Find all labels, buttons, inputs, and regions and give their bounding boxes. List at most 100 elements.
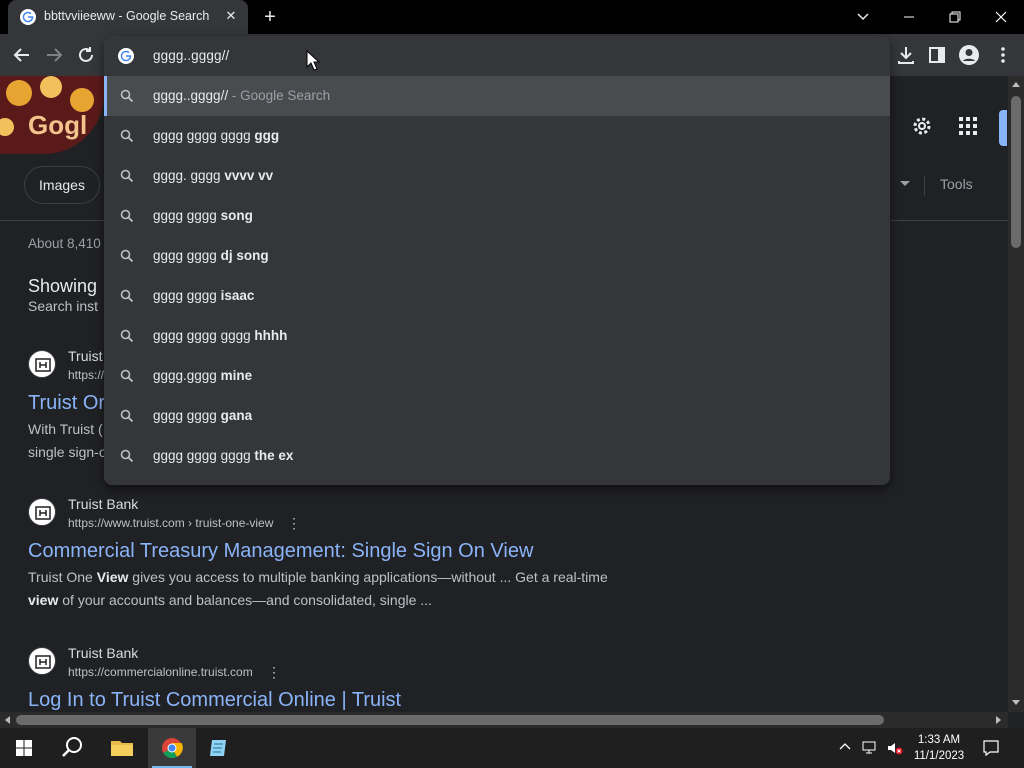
network-icon[interactable] (862, 740, 880, 761)
google-g-icon (20, 9, 36, 25)
show-hidden-icons-chevron-icon[interactable] (838, 740, 852, 759)
result-stats: About 8,410 (28, 236, 101, 251)
google-apps-grid-icon[interactable] (956, 114, 980, 138)
suggestion-query: gggg..gggg// (153, 88, 229, 103)
scroll-up-arrow-icon[interactable] (1012, 82, 1020, 87)
forward-arrow-icon[interactable] (43, 44, 65, 66)
search-icon (120, 449, 134, 463)
dropdown-caret-icon[interactable] (900, 181, 910, 186)
file-explorer-icon[interactable] (98, 728, 146, 768)
search-icon (120, 169, 134, 183)
result-more-options-icon[interactable]: ⋮ (267, 665, 281, 679)
back-arrow-icon[interactable] (11, 44, 33, 66)
new-tab-icon[interactable]: + (259, 6, 281, 28)
side-panel-icon[interactable] (926, 44, 948, 66)
search-instead-link[interactable]: Search inst (28, 298, 98, 314)
truist-favicon-icon (28, 647, 56, 675)
profile-avatar-icon[interactable] (958, 44, 980, 66)
chrome-taskbar-icon[interactable] (148, 728, 196, 768)
browser-menu-icon[interactable] (992, 44, 1014, 66)
address-bar[interactable]: gggg..gggg// (104, 36, 890, 76)
notifications-icon[interactable] (982, 739, 1000, 762)
volume-muted-icon[interactable] (886, 740, 904, 761)
minimize-icon[interactable] (886, 0, 932, 34)
omnibox-suggestion[interactable]: gggg gggg gggg the ex (104, 436, 890, 476)
windows-start-icon[interactable] (0, 728, 48, 768)
omnibox-suggestion[interactable]: gggg. gggg vvvv vv (104, 156, 890, 196)
suggestion-hint: - Google Search (228, 88, 331, 103)
omnibox-suggestion[interactable]: gggg gggg gggg hhhh (104, 316, 890, 356)
vertical-scroll-thumb[interactable] (1011, 96, 1021, 248)
suggestion-completion: vvvv vv (224, 168, 274, 183)
scroll-left-arrow-icon[interactable] (5, 716, 10, 724)
suggestion-query: gggg.gggg (153, 368, 221, 383)
images-filter-chip[interactable]: Images (24, 166, 100, 204)
omnibox-suggestion[interactable]: gggg.gggg mine (104, 356, 890, 396)
reload-icon[interactable] (75, 44, 97, 66)
suggestion-query: gggg. gggg (153, 168, 225, 183)
close-window-icon[interactable] (978, 0, 1024, 34)
google-g-icon (118, 48, 134, 64)
search-icon[interactable] (48, 728, 96, 768)
suggestion-completion: isaac (220, 288, 255, 303)
suggestion-completion: gana (220, 408, 253, 423)
horizontal-scrollbar[interactable] (0, 712, 1008, 728)
suggestion-text: gggg gggg gggg ggg (153, 128, 279, 143)
selected-suggestion-indicator (104, 76, 107, 116)
result-site-name: Truist (68, 348, 103, 364)
tools-button[interactable]: Tools (940, 176, 973, 192)
omnibox-suggestion[interactable]: gggg gggg dj song (104, 236, 890, 276)
settings-gear-icon[interactable] (910, 114, 934, 138)
result-site-name: Truist Bank (68, 496, 139, 512)
search-icon (120, 129, 134, 143)
tab-search-chevron-icon[interactable] (840, 0, 886, 34)
notepad-app-icon[interactable] (196, 728, 244, 768)
search-icon (120, 369, 134, 383)
omnibox-suggestion[interactable]: gggg..gggg// - Google Search (104, 76, 890, 116)
restore-icon[interactable] (932, 0, 978, 34)
suggestion-completion: mine (220, 368, 253, 383)
suggestion-completion: the ex (254, 448, 294, 463)
snippet-highlight: View (96, 569, 129, 585)
result-title-link[interactable]: Truist Or (28, 392, 105, 415)
omnibox-dropdown: gggg..gggg// gggg..gggg// - Google Searc… (104, 36, 890, 485)
snippet-text: Truist One (28, 569, 97, 585)
download-icon[interactable] (895, 44, 917, 66)
search-icon (120, 89, 134, 103)
omnibox-suggestion[interactable]: gggg gggg gggg ggg (104, 116, 890, 156)
horizontal-scroll-thumb[interactable] (16, 715, 884, 725)
snippet-highlight: view (28, 592, 59, 608)
taskbar-clock[interactable]: 1:33 AM 11/1/2023 (908, 732, 970, 764)
result-title-link[interactable]: Log In to Truist Commercial Online | Tru… (28, 689, 401, 712)
vertical-scrollbar[interactable] (1008, 76, 1024, 712)
google-doodle-logo[interactable]: Gogl (0, 76, 104, 154)
result-url: https:// (68, 368, 105, 382)
suggestion-completion: song (220, 208, 253, 223)
search-icon (120, 289, 134, 303)
suggestion-query: gggg gggg (153, 408, 221, 423)
result-title-link[interactable]: Commercial Treasury Management: Single S… (28, 540, 533, 563)
suggestion-query: gggg gggg (153, 248, 221, 263)
mouse-cursor-icon (306, 50, 320, 71)
search-icon (120, 329, 134, 343)
snippet-text: gives you access to multiple banking app… (128, 569, 608, 585)
omnibox-suggestion[interactable]: gggg gggg song (104, 196, 890, 236)
browser-tab[interactable]: bbttvviieeww - Google Search ✕ (8, 0, 248, 34)
suggestion-text: gggg.gggg mine (153, 368, 252, 383)
scroll-right-arrow-icon[interactable] (996, 716, 1001, 724)
suggestion-text: gggg gggg gana (153, 408, 252, 423)
tab-close-icon[interactable]: ✕ (222, 7, 240, 25)
windows-taskbar: 1:33 AM 11/1/2023 (0, 728, 1024, 768)
search-icon (120, 249, 134, 263)
sign-in-button-edge[interactable] (999, 110, 1007, 146)
omnibox-suggestion[interactable]: gggg gggg isaac (104, 276, 890, 316)
suggestion-text: gggg gggg song (153, 208, 253, 223)
suggestion-text: gggg gggg gggg the ex (153, 448, 293, 463)
snippet-text: of your accounts and balances—and consol… (58, 592, 432, 608)
omnibox-suggestion[interactable]: gggg gggg gana (104, 396, 890, 436)
address-bar-input[interactable]: gggg..gggg// (153, 48, 229, 63)
suggestion-completion: hhhh (254, 328, 288, 343)
clock-time: 1:33 AM (917, 734, 961, 746)
result-more-options-icon[interactable]: ⋮ (287, 516, 301, 530)
scroll-down-arrow-icon[interactable] (1012, 700, 1020, 705)
